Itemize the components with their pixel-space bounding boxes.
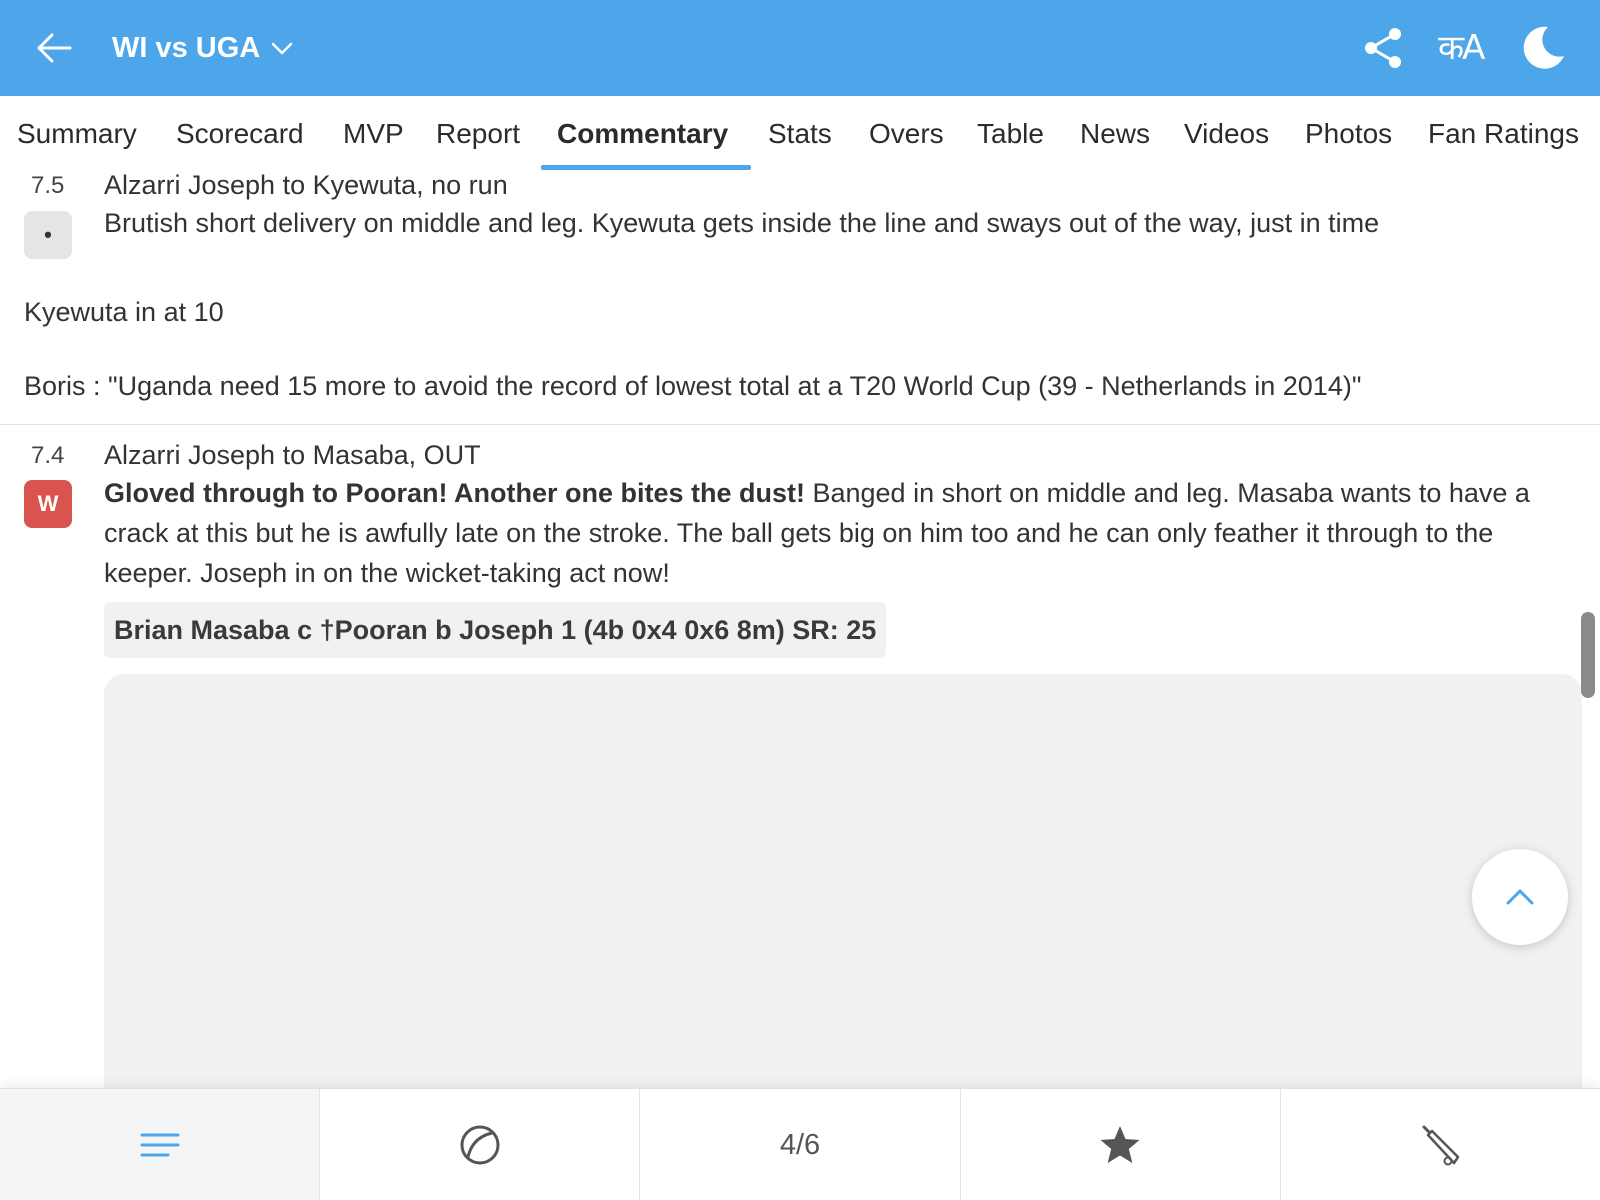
ball-commentary-text: Brutish short delivery on middle and leg… (104, 208, 1380, 238)
dismissal-summary: Brian Masaba c †Pooran b Joseph 1 (4b 0x… (104, 602, 887, 658)
over-number: 7.4 (31, 442, 65, 469)
tab-summary[interactable]: Summary (17, 116, 137, 152)
chevron-down-icon[interactable] (270, 36, 294, 60)
commentary-highlight: Gloved through to Pooran! Another one bi… (104, 478, 805, 508)
wicket-badge: W (24, 480, 72, 528)
tab-commentary[interactable]: Commentary (557, 116, 728, 152)
tab-scorecard[interactable]: Scorecard (176, 116, 304, 152)
active-tab-indicator (541, 165, 751, 170)
cricket-bat-icon (1422, 1125, 1460, 1166)
match-tabs: Summary Scorecard MVP Report Commentary … (0, 96, 1600, 174)
scrollbar-thumb[interactable] (1581, 612, 1595, 698)
tab-table[interactable]: Table (977, 116, 1044, 152)
fan-comment-note: Boris : "Uganda need 15 more to avoid th… (24, 371, 1362, 401)
tab-mvp[interactable]: MVP (343, 116, 404, 152)
bottom-nav-highlights[interactable] (959, 1089, 1280, 1200)
ball-headline: Alzarri Joseph to Kyewuta, no run (104, 170, 508, 200)
back-arrow-icon[interactable] (34, 28, 74, 68)
tab-news[interactable]: News (1080, 116, 1150, 152)
menu-lines-icon (140, 1133, 180, 1157)
bottom-nav-ball[interactable] (319, 1089, 639, 1200)
dark-mode-moon-icon[interactable] (1522, 24, 1566, 70)
scroll-to-top-button[interactable] (1472, 849, 1568, 945)
dot-ball-badge: • (24, 211, 72, 259)
ball-icon (460, 1125, 500, 1165)
divider (0, 424, 1600, 425)
page-indicator: 4/6 (779, 1128, 821, 1161)
ball-headline: Alzarri Joseph to Masaba, OUT (104, 440, 481, 470)
tab-report[interactable]: Report (436, 116, 520, 152)
star-icon (1100, 1126, 1140, 1163)
match-title[interactable]: WI vs UGA (112, 28, 260, 68)
tab-overs[interactable]: Overs (869, 116, 944, 152)
chevron-up-icon (1506, 889, 1534, 905)
bottom-nav-bar: 4/6 (0, 1088, 1600, 1200)
over-number: 7.5 (31, 172, 65, 199)
tab-fan-ratings[interactable]: Fan Ratings (1428, 116, 1579, 152)
media-placeholder (104, 674, 1582, 1094)
tab-stats[interactable]: Stats (768, 116, 832, 152)
tab-photos[interactable]: Photos (1305, 116, 1392, 152)
language-switch-icon[interactable]: कA (1438, 26, 1485, 70)
ball-commentary-text: Gloved through to Pooran! Another one bi… (104, 473, 1544, 593)
bottom-nav-page[interactable]: 4/6 (639, 1089, 959, 1200)
app-header: WI vs UGA कA (0, 0, 1600, 96)
bottom-nav-batting[interactable] (1279, 1089, 1600, 1200)
bottom-nav-commentary[interactable] (0, 1089, 320, 1200)
tab-videos[interactable]: Videos (1184, 116, 1269, 152)
share-icon[interactable] (1362, 26, 1404, 70)
batter-in-note: Kyewuta in at 10 (24, 297, 224, 327)
